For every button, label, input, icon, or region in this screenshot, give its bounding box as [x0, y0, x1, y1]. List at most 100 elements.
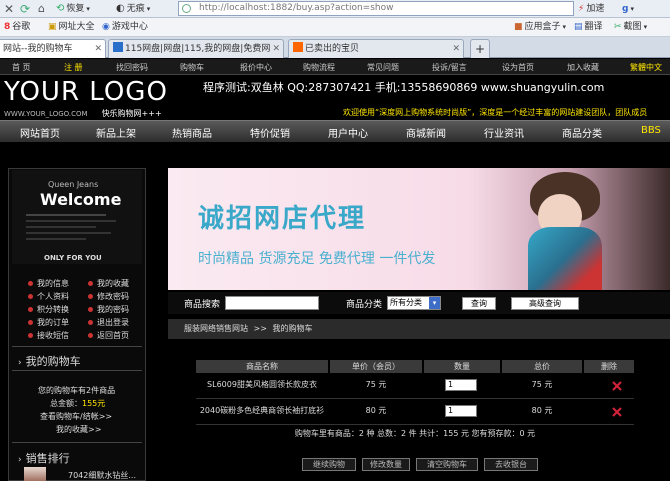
promo-banner[interactable]: 诚招网店代理 时尚精品 货源充足 免费代理 一件代发	[168, 168, 670, 290]
bullet-icon	[28, 333, 33, 338]
update-quantity-button[interactable]: 修改数量	[362, 458, 410, 471]
topnav-cart[interactable]: 购物车	[180, 62, 204, 73]
quantity-input[interactable]: 1	[445, 405, 477, 417]
chevron-down-icon: ▾	[429, 297, 440, 309]
incognito-button[interactable]: ◐ 无痕 ▾	[116, 2, 150, 16]
cart-summary: 购物车里有商品：2 种 总数：2 件 共计：155 元 您有预存款：0 元	[294, 429, 536, 438]
brand-name: Queen Jeans	[48, 180, 99, 189]
delete-icon[interactable]	[612, 407, 622, 417]
menu-profile[interactable]: 个人资料	[28, 291, 69, 302]
menu-back-home[interactable]: 返回首页	[88, 330, 129, 341]
bookmarks-bar: 8 谷歌 ▣ 网址大全 ◉ 游戏中心 ■ 应用盒子 ▾ ▤ 翻译 ✂ 截图 ▾	[0, 18, 670, 37]
menu-label: 我的收藏	[97, 279, 129, 288]
menu-my-info[interactable]: 我的信息	[28, 278, 69, 289]
topnav-register[interactable]: 注 册	[64, 62, 83, 73]
product-total: 80 元	[531, 406, 553, 415]
menu-label: 返回首页	[97, 331, 129, 340]
taobao-icon	[293, 42, 303, 52]
new-tab-button[interactable]: +	[470, 39, 490, 58]
mainnav-industry[interactable]: 行业资讯	[484, 125, 524, 140]
quantity-input[interactable]: 1	[445, 379, 477, 391]
menu-label: 个人资料	[37, 292, 69, 301]
header-delete: 删除	[584, 360, 634, 373]
restore-button[interactable]: ⟲ 恢复 ▾	[56, 2, 90, 16]
view-cart-link[interactable]: 查看购物车/结帐>>	[40, 411, 112, 422]
menu-logout[interactable]: 退出登录	[88, 317, 129, 328]
bullet-icon	[88, 307, 93, 312]
model-photo	[508, 172, 618, 290]
bookmark-sites[interactable]: ▣ 网址大全	[48, 20, 95, 34]
breadcrumb-root[interactable]: 服装网络销售网站	[184, 324, 248, 333]
topnav-set-home[interactable]: 设为首页	[502, 62, 534, 73]
sales-item[interactable]: 7042细默水钻丝...	[68, 470, 136, 481]
google-icon[interactable]: g ▾	[622, 2, 634, 16]
topnav-quotes[interactable]: 报价中心	[240, 62, 272, 73]
speed-label: 加速	[586, 4, 605, 14]
menu-change-password[interactable]: 修改密码	[88, 291, 129, 302]
tab-115[interactable]: 115网盘|网盘|115,我的网盘|免费网... ✕	[108, 39, 284, 58]
advanced-search-button[interactable]: 高级查询	[511, 297, 579, 310]
tab-close-icon[interactable]: ✕	[452, 40, 460, 58]
tab-cart[interactable]: 网站--我的购物车 ✕	[0, 39, 106, 58]
bookmark-apps[interactable]: ■ 应用盒子 ▾	[514, 20, 566, 34]
favorites-link[interactable]: 我的收藏>>	[56, 424, 101, 435]
divider	[12, 370, 142, 371]
decor-line	[26, 232, 111, 234]
decor-line	[26, 226, 96, 228]
mainnav-bbs[interactable]: BBS	[641, 125, 661, 136]
topnav-favorite[interactable]: 加入收藏	[567, 62, 599, 73]
mainnav-user-center[interactable]: 用户中心	[328, 125, 368, 140]
tab-sold[interactable]: 已卖出的宝贝 ✕	[288, 39, 464, 58]
welcome-footer: ONLY FOR YOU	[44, 254, 102, 262]
site-top-nav: 首 页 注 册 找回密码 购物车 报价中心 购物流程 常见问题 投诉/留言 设为…	[0, 59, 670, 75]
menu-label: 我的信息	[37, 279, 69, 288]
table-row: 2040碳粉多色经典商领长袖打底衫 80 元 1 80 元	[196, 399, 634, 425]
topnav-faq[interactable]: 常见问题	[367, 62, 399, 73]
product-thumbnail[interactable]	[24, 467, 46, 481]
header-total: 总价	[502, 360, 582, 373]
menu-my-favorites[interactable]: 我的收藏	[88, 278, 129, 289]
mainnav-sale[interactable]: 特价促销	[250, 125, 290, 140]
product-price: 80 元	[365, 406, 387, 415]
bookmark-label: 翻译	[584, 22, 603, 32]
translate-button[interactable]: ▤ 翻译	[574, 20, 603, 34]
menu-points[interactable]: 积分转换	[28, 304, 69, 315]
bookmark-label: 游戏中心	[111, 22, 148, 32]
divider	[12, 442, 142, 443]
query-button[interactable]: 查询	[462, 297, 496, 310]
mainnav-category[interactable]: 商品分类	[562, 125, 602, 140]
product-name[interactable]: SL6009甜美风格圆领长款皮衣	[196, 373, 328, 397]
screenshot-button[interactable]: ✂ 截图 ▾	[614, 20, 647, 34]
tab-close-icon[interactable]: ✕	[270, 40, 280, 58]
continue-shopping-button[interactable]: 继续购物	[302, 458, 356, 471]
tab-close-icon[interactable]: ✕	[94, 40, 102, 58]
address-bar[interactable]: http://localhost:1882/buy.asp?action=sho…	[178, 1, 574, 16]
site-logo[interactable]: YOUR LOGO	[4, 77, 168, 107]
menu-orders[interactable]: 我的订单	[28, 317, 69, 328]
refresh-icon[interactable]: ⟳	[20, 2, 30, 16]
close-icon[interactable]: ✕	[4, 2, 14, 16]
mainnav-hot[interactable]: 热销商品	[172, 125, 212, 140]
category-select[interactable]: 所有分类 ▾	[387, 296, 441, 310]
checkout-button[interactable]: 去收银台	[484, 458, 538, 471]
mainnav-new[interactable]: 新品上架	[96, 125, 136, 140]
bookmark-games[interactable]: ◉ 游戏中心	[102, 20, 148, 34]
menu-my-password[interactable]: 我的密码	[88, 304, 129, 315]
delete-icon[interactable]	[612, 381, 622, 391]
search-input[interactable]	[225, 296, 319, 310]
product-name[interactable]: 2040碳粉多色经典商领长袖打底衫	[196, 399, 328, 423]
topnav-traditional[interactable]: 繁體中文	[630, 62, 662, 73]
home-icon[interactable]: ⌂	[38, 2, 45, 16]
topnav-find-password[interactable]: 找回密码	[116, 62, 148, 73]
mainnav-home[interactable]: 网站首页	[20, 125, 60, 140]
speed-button[interactable]: ⚡ 加速	[578, 2, 604, 16]
topnav-complaint[interactable]: 投诉/留言	[432, 62, 467, 73]
mainnav-news[interactable]: 商城新闻	[406, 125, 446, 140]
topnav-process[interactable]: 购物流程	[303, 62, 335, 73]
clear-cart-button[interactable]: 清空购物车	[416, 458, 478, 471]
tab-label: 已卖出的宝贝	[305, 44, 360, 54]
menu-messages[interactable]: 接收短信	[28, 330, 69, 341]
bookmark-google[interactable]: 8 谷歌	[4, 20, 30, 34]
breadcrumb-current: 我的购物车	[272, 324, 313, 333]
topnav-home[interactable]: 首 页	[12, 62, 31, 73]
